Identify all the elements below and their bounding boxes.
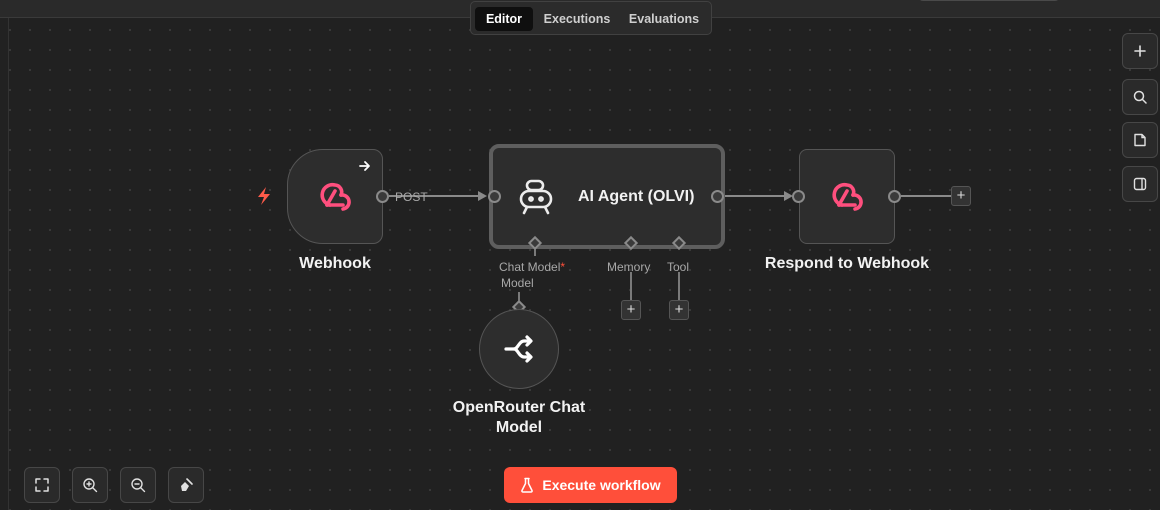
webhook-node-label: Webhook	[299, 255, 371, 272]
webhook-node[interactable]	[287, 149, 383, 244]
openrouter-label-line1: OpenRouter Chat	[452, 399, 586, 416]
required-mark: *	[560, 260, 566, 274]
trigger-bolt-icon	[258, 187, 270, 205]
webhook-icon	[320, 182, 351, 211]
openrouter-label-line2: Model	[495, 419, 543, 436]
openrouter-node-label: OpenRouter Chat Model	[439, 398, 599, 438]
ai-agent-node-label: AI Agent (OLVI)	[578, 187, 695, 205]
execute-workflow-label: Execute workflow	[542, 477, 661, 493]
webhook-output-port[interactable]	[376, 190, 389, 203]
zoom-in-icon	[83, 478, 98, 493]
webhook-icon	[832, 182, 863, 211]
respond-to-webhook-node[interactable]	[799, 149, 895, 244]
chat-model-input-label: Chat Model*	[499, 260, 565, 274]
add-memory-button[interactable]: +	[621, 300, 641, 320]
zoom-in-button[interactable]	[72, 467, 108, 503]
ai-agent-node[interactable]: AI Agent (OLVI)	[489, 144, 725, 249]
openrouter-node[interactable]	[479, 309, 559, 389]
arrow-right-icon	[359, 161, 370, 171]
execute-workflow-button[interactable]: Execute workflow	[504, 467, 677, 503]
webhook-output-label: POST	[395, 190, 428, 204]
respond-input-port[interactable]	[792, 190, 805, 203]
respond-node-label: Respond to Webhook	[764, 255, 930, 272]
memory-input-label: Memory	[607, 260, 651, 274]
robot-icon	[519, 179, 553, 214]
chat-model-label-text: Chat Model	[499, 260, 561, 274]
ai-agent-input-port[interactable]	[488, 190, 501, 203]
connection-agent-respond[interactable]	[724, 191, 793, 201]
tidy-up-button[interactable]	[168, 467, 204, 503]
add-tool-button[interactable]: +	[669, 300, 689, 320]
tool-input-label: Tool	[667, 260, 690, 274]
flask-icon	[521, 477, 534, 493]
fit-view-icon	[35, 478, 49, 492]
ai-agent-output-port[interactable]	[711, 190, 724, 203]
openrouter-icon	[504, 335, 533, 363]
zoom-out-button[interactable]	[120, 467, 156, 503]
openrouter-output-label: Model	[501, 276, 534, 290]
zoom-out-icon	[131, 478, 146, 493]
add-next-node-button[interactable]: +	[951, 186, 971, 206]
respond-output-port[interactable]	[888, 190, 901, 203]
tidy-up-icon	[181, 478, 193, 491]
fit-view-button[interactable]	[24, 467, 60, 503]
